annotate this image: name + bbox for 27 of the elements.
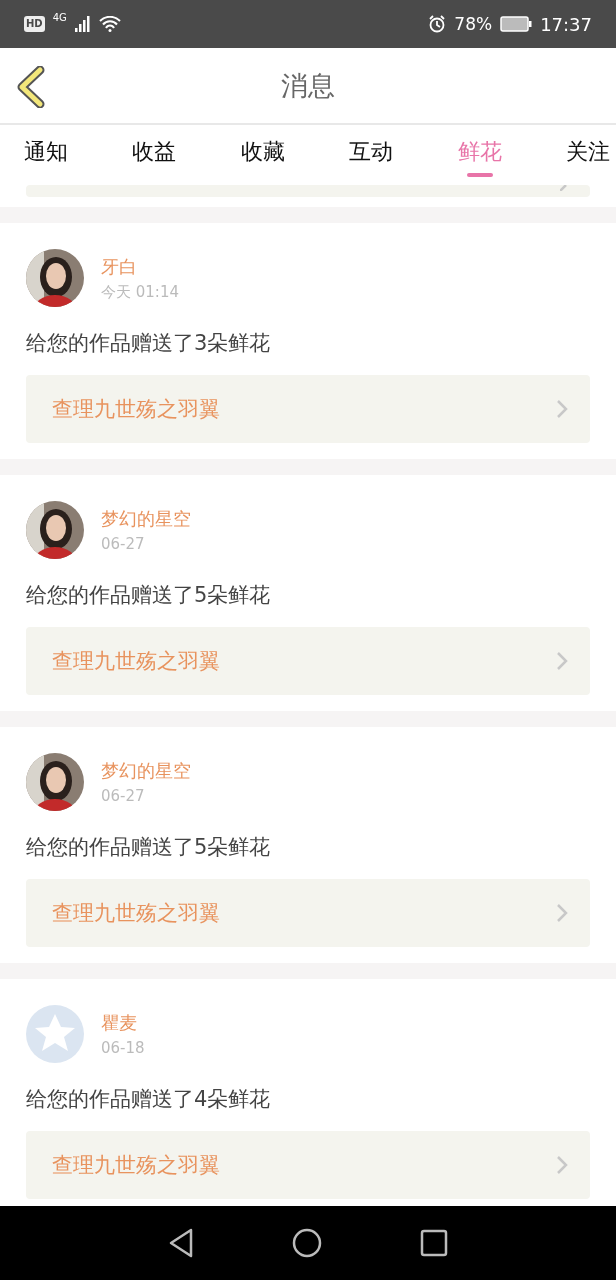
clock: 17:37 (540, 13, 592, 35)
user-name[interactable]: 梦幻的星空 (101, 759, 191, 783)
page-title: 消息 (281, 68, 335, 103)
message-time: 06-18 (101, 1039, 145, 1057)
work-link[interactable]: 查理九世殇之羽翼 (26, 627, 590, 695)
network-type: 4G (52, 12, 67, 23)
message-text: 给您的作品赠送了5朵鲜花 (26, 582, 272, 609)
message-text: 给您的作品赠送了4朵鲜花 (26, 1086, 272, 1113)
work-link[interactable]: 查理九世殇之羽翼 (26, 879, 590, 947)
hd-badge: HD (24, 16, 45, 32)
message-text: 给您的作品赠送了5朵鲜花 (26, 834, 272, 861)
tab[interactable]: 互动 (349, 125, 394, 185)
message-time: 今天 01:14 (101, 282, 179, 302)
message-time: 06-27 (101, 535, 146, 553)
work-link[interactable]: 查理九世殇之羽翼 (26, 375, 590, 443)
work-link[interactable]: 查理九世殇之羽翼 (26, 1131, 590, 1199)
message-time: 06-27 (101, 787, 146, 805)
tab[interactable]: 通知 (24, 125, 68, 185)
tab[interactable]: 收藏 (240, 125, 285, 185)
user-name[interactable]: 牙白 (101, 254, 179, 279)
message-text: 给您的作品赠送了3朵鲜花 (26, 330, 272, 357)
battery-percent: 78% (454, 14, 493, 34)
tab[interactable]: 收益 (132, 125, 177, 185)
tab[interactable]: 关注 (565, 125, 610, 185)
tab[interactable]: 鲜花 (457, 125, 502, 185)
user-name[interactable]: 梦幻的星空 (101, 507, 191, 531)
user-name[interactable]: 瞿麦 (101, 1011, 145, 1035)
